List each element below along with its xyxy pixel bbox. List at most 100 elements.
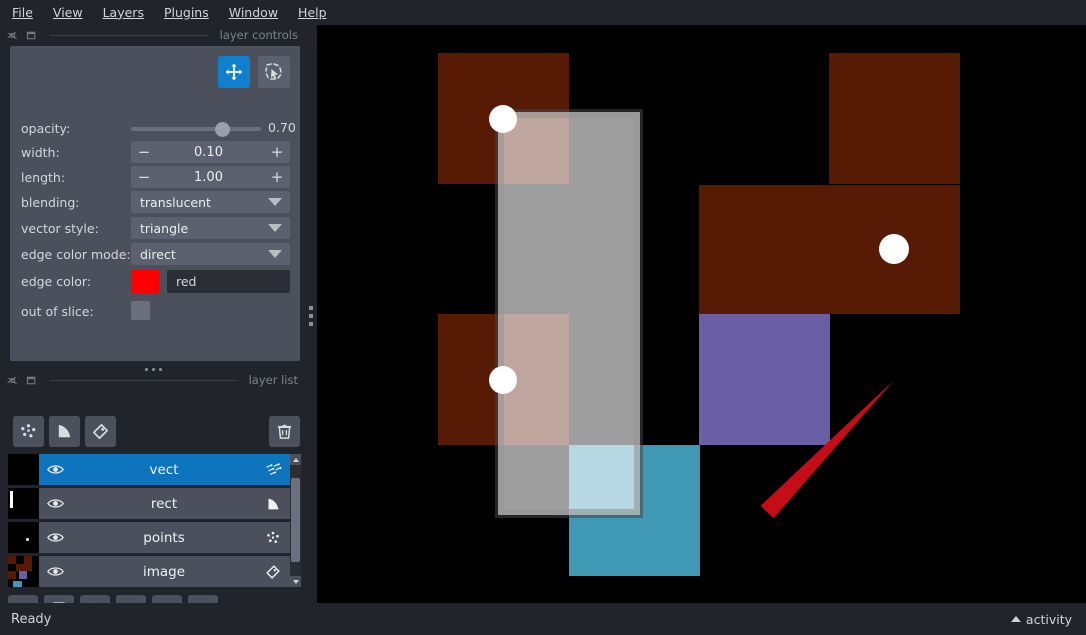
edge-color-mode-label: edge color mode: <box>21 247 131 262</box>
close-dock-icon[interactable] <box>25 374 38 387</box>
left-dock-panel: layer controls opacity: 0.70 width: − 0.… <box>0 24 306 624</box>
layer-thumbnail <box>8 488 39 519</box>
layer-thumbnail <box>8 522 39 553</box>
blending-value: translucent <box>140 194 211 210</box>
layer-row[interactable]: vect <box>8 454 290 485</box>
edge-color-field: red <box>128 270 290 293</box>
select-arrow-icon <box>265 63 282 80</box>
splitter-grip[interactable] <box>309 306 313 326</box>
out-of-slice-checkbox[interactable] <box>131 301 150 320</box>
layer-name: vect <box>149 461 179 478</box>
length-value[interactable]: 1.00 <box>153 170 264 185</box>
layer-row[interactable]: points <box>8 522 290 553</box>
menu-bar: File View Layers Plugins Window Help <box>0 0 1086 24</box>
layer-name: rect <box>150 495 178 512</box>
blending-combobox[interactable]: translucent <box>128 191 290 214</box>
menu-layers[interactable]: Layers <box>101 3 154 22</box>
dot <box>309 306 313 310</box>
visibility-eye-icon[interactable] <box>47 497 64 510</box>
panel-splitter[interactable] <box>306 24 317 596</box>
edge-color-swatch[interactable] <box>131 270 159 293</box>
menu-plugins-label: Plugins <box>163 4 209 20</box>
blending-row: blending: translucent <box>10 190 300 215</box>
length-spinbox[interactable]: − 1.00 + <box>128 166 290 189</box>
chevron-down-icon <box>268 250 282 258</box>
header-divider <box>50 379 237 381</box>
visibility-eye-icon[interactable] <box>47 463 64 476</box>
scrollbar-thumb[interactable] <box>291 478 300 562</box>
scroll-down-button[interactable] <box>290 576 301 587</box>
status-bar: Ready activity <box>0 603 1086 635</box>
length-row: length: − 1.00 + <box>10 165 300 190</box>
menu-view[interactable]: View <box>51 3 93 22</box>
menu-file[interactable]: File <box>10 3 43 22</box>
menu-layers-label: Layers <box>102 4 144 20</box>
width-increment-button[interactable]: + <box>264 144 290 160</box>
out-of-slice-row: out of slice: <box>10 299 300 324</box>
dot <box>309 314 313 318</box>
status-message: Ready <box>11 611 52 627</box>
shapes-icon <box>58 424 71 438</box>
menu-help[interactable]: Help <box>296 3 337 22</box>
width-spinbox[interactable]: − 0.10 + <box>128 141 290 164</box>
point-marker[interactable] <box>489 105 517 133</box>
viewer-canvas[interactable] <box>317 25 1086 603</box>
new-labels-layer-button[interactable] <box>85 416 116 447</box>
width-value[interactable]: 0.10 <box>153 145 264 160</box>
layer-list[interactable]: vect rect points image <box>8 454 300 590</box>
slider-handle[interactable] <box>215 122 230 137</box>
vectors-icon <box>266 462 282 475</box>
opacity-label: opacity: <box>21 121 71 136</box>
new-points-layer-button[interactable] <box>13 416 44 447</box>
shapes-icon <box>268 498 279 509</box>
labels-tag-icon <box>266 564 280 579</box>
layer-list-scrollbar[interactable] <box>290 454 301 587</box>
edge-color-label: edge color: <box>21 274 91 289</box>
layer-thumbnail <box>8 454 39 485</box>
menu-window[interactable]: Window <box>227 3 288 22</box>
layer-list-title: layer list <box>248 373 298 387</box>
vectors-layer <box>760 380 894 519</box>
close-dock-icon[interactable] <box>25 29 38 42</box>
vector-arrow <box>760 380 894 519</box>
select-mode-button[interactable] <box>258 56 290 88</box>
menu-plugins[interactable]: Plugins <box>162 3 219 22</box>
layer-name: image <box>142 563 186 580</box>
opacity-slider[interactable]: 0.70 <box>128 117 296 140</box>
pan-zoom-mode-button[interactable] <box>218 56 250 88</box>
layer-name: points <box>143 529 185 546</box>
edge-color-mode-combobox[interactable]: direct <box>128 243 290 266</box>
chevron-up-icon <box>1010 616 1021 622</box>
layer-list-toolbar <box>8 416 300 448</box>
visibility-eye-icon[interactable] <box>47 531 64 544</box>
vector-style-combobox[interactable]: triangle <box>128 217 290 240</box>
new-shapes-layer-button[interactable] <box>49 416 80 447</box>
edge-color-text-input[interactable]: red <box>167 270 290 293</box>
header-divider <box>50 34 208 36</box>
vector-style-value: triangle <box>140 220 189 236</box>
menu-help-label: Help <box>298 4 327 20</box>
layer-controls-header: layer controls <box>0 24 306 46</box>
point-marker[interactable] <box>489 366 517 394</box>
point-marker[interactable] <box>879 234 909 264</box>
layer-thumbnail <box>8 556 39 587</box>
width-label: width: <box>21 145 60 160</box>
float-dock-icon[interactable] <box>6 374 19 387</box>
blending-label: blending: <box>21 195 80 210</box>
activity-toggle[interactable]: activity <box>1010 612 1072 627</box>
visibility-eye-icon[interactable] <box>47 565 64 578</box>
scroll-up-button[interactable] <box>290 454 301 465</box>
float-dock-icon[interactable] <box>6 29 19 42</box>
menu-file-label: File <box>12 4 33 20</box>
width-row: width: − 0.10 + <box>10 140 300 165</box>
shape-rectangle[interactable] <box>498 112 640 515</box>
napari-viewer-window: File View Layers Plugins Window Help lay… <box>0 0 1086 635</box>
menu-window-label: Window <box>228 4 279 20</box>
layer-row[interactable]: image <box>8 556 290 587</box>
opacity-row: opacity: 0.70 <box>10 116 300 141</box>
layer-row[interactable]: rect <box>8 488 290 519</box>
vector-style-row: vector style: triangle <box>10 216 300 241</box>
opacity-value: 0.70 <box>268 120 296 135</box>
length-increment-button[interactable]: + <box>264 169 290 185</box>
delete-layer-button[interactable] <box>269 416 300 447</box>
